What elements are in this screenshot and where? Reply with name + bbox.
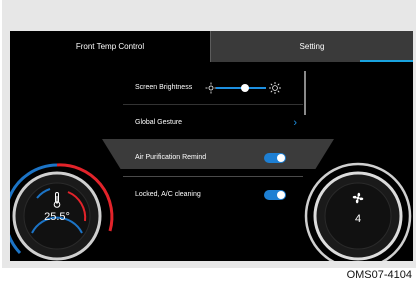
setting-label: Locked, A/C cleaning xyxy=(135,191,201,198)
setting-label: Screen Brightness xyxy=(135,84,193,91)
setting-label: Air Purification Remind xyxy=(135,154,207,161)
tab-setting[interactable]: Setting xyxy=(211,31,413,62)
setting-row-global-gesture[interactable]: Global Gesture › xyxy=(123,114,303,132)
fan-speed-value: 4 xyxy=(354,213,362,225)
air-purification-toggle[interactable] xyxy=(264,153,286,163)
chevron-right-icon: › xyxy=(293,117,297,129)
brightness-slider-handle[interactable] xyxy=(241,84,249,92)
scrollbar[interactable] xyxy=(304,71,306,115)
temperature-value: 25.5° xyxy=(44,211,70,223)
setting-row-ac-cleaning: Locked, A/C cleaning xyxy=(123,186,303,204)
toggle-knob xyxy=(277,191,285,199)
fan-icon xyxy=(352,192,364,204)
tab-bar: Front Temp Control Setting xyxy=(10,31,413,62)
toggle-knob xyxy=(277,154,285,162)
row-separator xyxy=(123,104,303,105)
sun-large-icon xyxy=(269,82,281,94)
ac-cleaning-toggle[interactable] xyxy=(264,190,286,200)
figure-caption: OMS07-4104 xyxy=(346,269,412,281)
thermometer-icon xyxy=(53,192,61,208)
infotainment-screen: Front Temp Control Setting Screen Bright… xyxy=(10,31,413,261)
setting-label: Global Gesture xyxy=(135,119,183,126)
active-tab-indicator xyxy=(360,60,413,62)
setting-row-air-purification: Air Purification Remind xyxy=(123,149,303,167)
tab-front-temp-control[interactable]: Front Temp Control xyxy=(10,31,210,62)
setting-row-screen-brightness: Screen Brightness xyxy=(123,79,303,97)
temperature-dial[interactable] xyxy=(10,143,120,261)
row-separator xyxy=(123,176,303,177)
